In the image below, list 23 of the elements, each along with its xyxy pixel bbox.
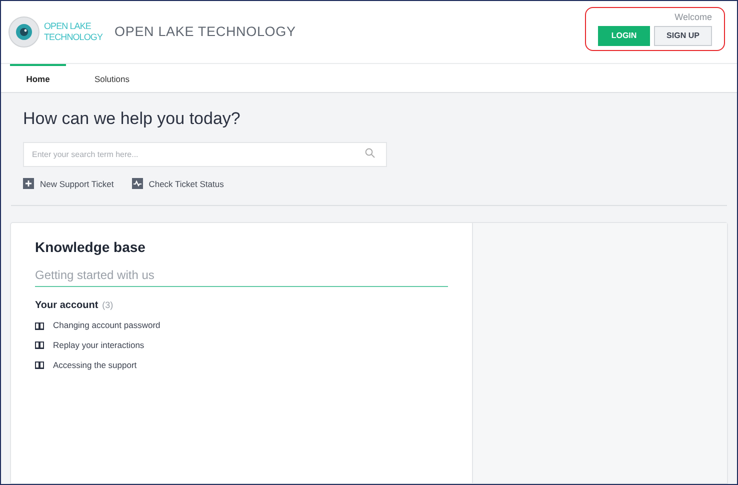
article-link[interactable]: Accessing the support [53, 358, 137, 372]
welcome-text: Welcome [674, 10, 712, 24]
plus-icon [23, 178, 34, 190]
category-title: Your account [35, 299, 98, 314]
article-link[interactable]: Replay your interactions [53, 339, 144, 352]
action-link[interactable]: Check Ticket Status [148, 178, 224, 190]
category-count: (3) [102, 299, 114, 312]
search-icon[interactable] [365, 148, 375, 158]
action-link[interactable]: New Support Ticket [40, 178, 114, 190]
signup-button[interactable]: SIGN UP [654, 26, 712, 46]
card-title: Knowledge base [35, 238, 146, 258]
nav-tab[interactable]: Solutions [66, 64, 158, 92]
section-heading: Getting started with us [35, 266, 448, 288]
logo-text: OPEN LAKE TECHNOLOGY [44, 21, 103, 43]
company-name: OPEN LAKE TECHNOLOGY [114, 22, 296, 41]
search-field[interactable]: Enter your search term here... [23, 142, 387, 166]
book-icon [35, 361, 44, 370]
pulse-icon [132, 178, 143, 190]
logo-icon [8, 16, 40, 48]
book-icon [35, 322, 44, 330]
book-icon [35, 341, 44, 350]
page-heading: How can we help you today? [23, 108, 242, 130]
article-link[interactable]: Changing account password [53, 319, 160, 332]
